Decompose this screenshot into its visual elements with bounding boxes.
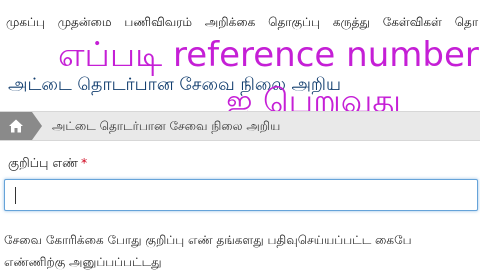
- top-navigation: முகப்பு முதன்மை பணிவிவரம் அறிக்கை தொகுப்…: [6, 14, 480, 30]
- help-text-line1: சேவை கோரிக்கை போது குறிப்பு எண் தங்களது …: [4, 233, 412, 247]
- reference-number-input[interactable]: [4, 179, 478, 211]
- reference-number-label-text: குறிப்பு எண்: [8, 155, 79, 170]
- breadcrumb-home-button[interactable]: [0, 112, 32, 140]
- breadcrumb-separator: [32, 112, 42, 140]
- nav-item-home[interactable]: முகப்பு: [6, 15, 45, 29]
- breadcrumb: அட்டை தொடர்பான சேவை நிலை அறிய: [0, 111, 480, 141]
- reference-number-label: குறிப்பு எண் *: [8, 155, 87, 171]
- required-marker: *: [81, 155, 88, 170]
- nav-item-main[interactable]: முதன்மை: [58, 15, 112, 29]
- overlay-caption-line1: எப்படி reference number: [58, 35, 479, 75]
- help-text-line2: எண்ணிற்கு அனுப்பப்பட்டது: [4, 255, 162, 269]
- nav-item-job-details[interactable]: பணிவிவரம்: [124, 15, 192, 29]
- nav-item-feedback[interactable]: கருத்து: [333, 15, 370, 29]
- home-icon: [9, 119, 23, 133]
- breadcrumb-current: அட்டை தொடர்பான சேவை நிலை அறிய: [52, 119, 281, 133]
- nav-item-collection[interactable]: தொகுப்பு: [268, 15, 320, 29]
- nav-item-more[interactable]: தொ: [455, 15, 478, 29]
- text-cursor: [15, 187, 16, 204]
- nav-item-questions[interactable]: கேள்விகள்: [383, 15, 442, 29]
- nav-item-report[interactable]: அறிக்கை: [205, 15, 255, 29]
